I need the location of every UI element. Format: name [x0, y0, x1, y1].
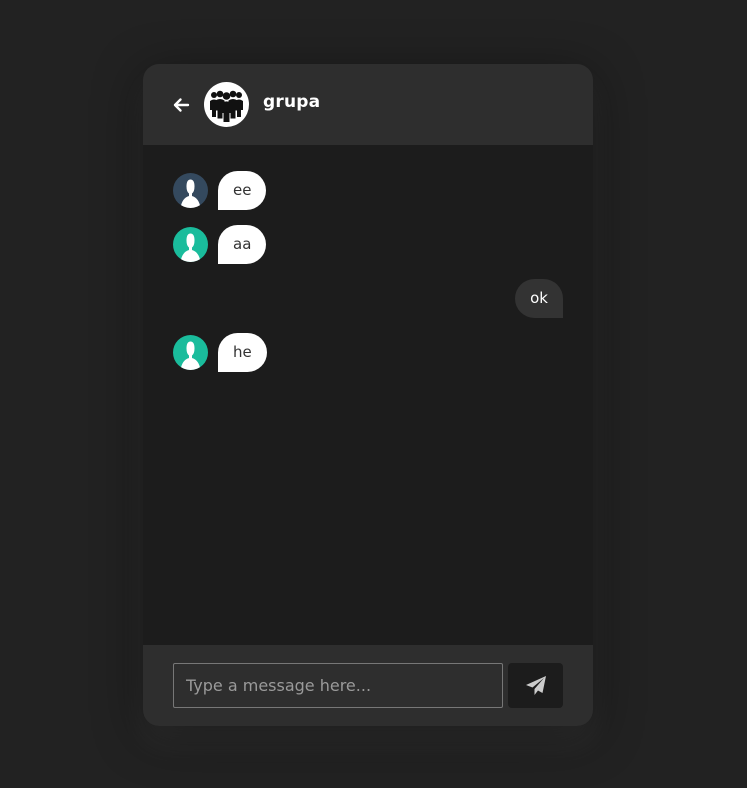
group-people-icon [210, 90, 243, 122]
group-avatar [204, 82, 249, 127]
send-button[interactable] [508, 663, 563, 708]
chat-window: grupa ee aa ok he Type a message here... [143, 64, 593, 726]
user-avatar [173, 173, 208, 208]
message-row: ok [173, 279, 563, 321]
chat-title: grupa [263, 92, 321, 112]
chat-header: grupa [143, 64, 593, 145]
paper-plane-icon [526, 676, 546, 695]
message-bubble: he [218, 333, 267, 372]
message-bubble: aa [218, 225, 267, 264]
message-row: he [173, 333, 563, 375]
message-row: ee [173, 171, 563, 213]
user-avatar [173, 335, 208, 370]
message-bubble: ok [515, 279, 563, 318]
user-avatar [173, 227, 208, 262]
message-input[interactable] [173, 663, 503, 708]
message-composer [143, 645, 593, 726]
arrow-left-icon[interactable] [171, 95, 191, 115]
message-bubble: ee [218, 171, 267, 210]
message-row: aa [173, 225, 563, 267]
message-list: ee aa ok he [143, 145, 593, 645]
